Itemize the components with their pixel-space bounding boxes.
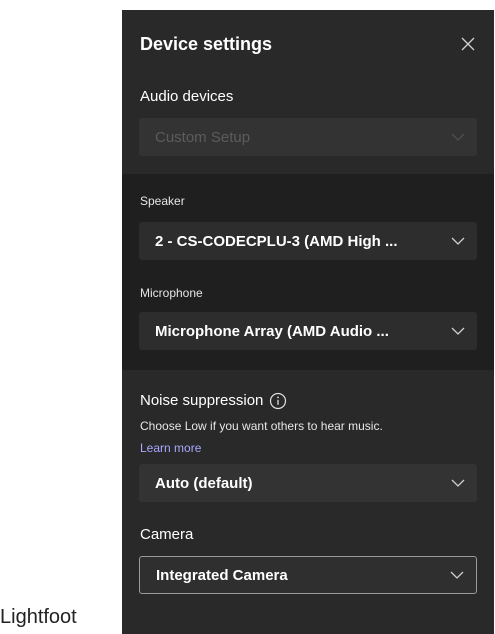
noise-suppression-dropdown[interactable]: Auto (default): [139, 464, 477, 502]
screen: Lightfoot Device settings Audio devices …: [0, 0, 495, 634]
close-button[interactable]: [456, 32, 480, 56]
chevron-down-icon: [449, 128, 467, 146]
device-selection-section: Speaker 2 - CS-CODECPLU-3 (AMD High ... …: [122, 174, 494, 370]
chevron-down-icon: [449, 232, 467, 250]
speaker-dropdown[interactable]: 2 - CS-CODECPLU-3 (AMD High ...: [139, 222, 477, 260]
panel-header: Device settings: [122, 10, 494, 80]
speaker-label: Speaker: [140, 194, 185, 208]
chevron-down-icon: [449, 474, 467, 492]
audio-devices-label: Audio devices: [140, 88, 234, 105]
noise-suppression-value: Auto (default): [155, 474, 253, 492]
speaker-value: 2 - CS-CODECPLU-3 (AMD High ...: [155, 232, 398, 250]
noise-suppression-description: Choose Low if you want others to hear mu…: [140, 419, 383, 433]
microphone-label: Microphone: [140, 286, 203, 300]
chevron-down-icon: [449, 322, 467, 340]
chevron-down-icon: [448, 566, 466, 584]
caption-text: Lightfoot: [0, 606, 77, 628]
device-settings-panel: Device settings Audio devices Custom Set…: [122, 10, 494, 634]
info-icon[interactable]: [269, 392, 287, 410]
audio-devices-value: Custom Setup: [155, 128, 251, 146]
noise-suppression-label: Noise suppression: [140, 392, 264, 409]
panel-title: Device settings: [140, 34, 273, 54]
audio-devices-dropdown[interactable]: Custom Setup: [139, 118, 477, 156]
microphone-dropdown[interactable]: Microphone Array (AMD Audio ...: [139, 312, 477, 350]
camera-dropdown[interactable]: Integrated Camera: [139, 556, 477, 594]
camera-label: Camera: [140, 526, 194, 543]
noise-suppression-heading: Noise suppression: [140, 392, 287, 410]
learn-more-link[interactable]: Learn more: [140, 441, 201, 455]
microphone-value: Microphone Array (AMD Audio ...: [155, 322, 389, 340]
close-icon: [461, 37, 475, 51]
camera-value: Integrated Camera: [156, 566, 288, 584]
